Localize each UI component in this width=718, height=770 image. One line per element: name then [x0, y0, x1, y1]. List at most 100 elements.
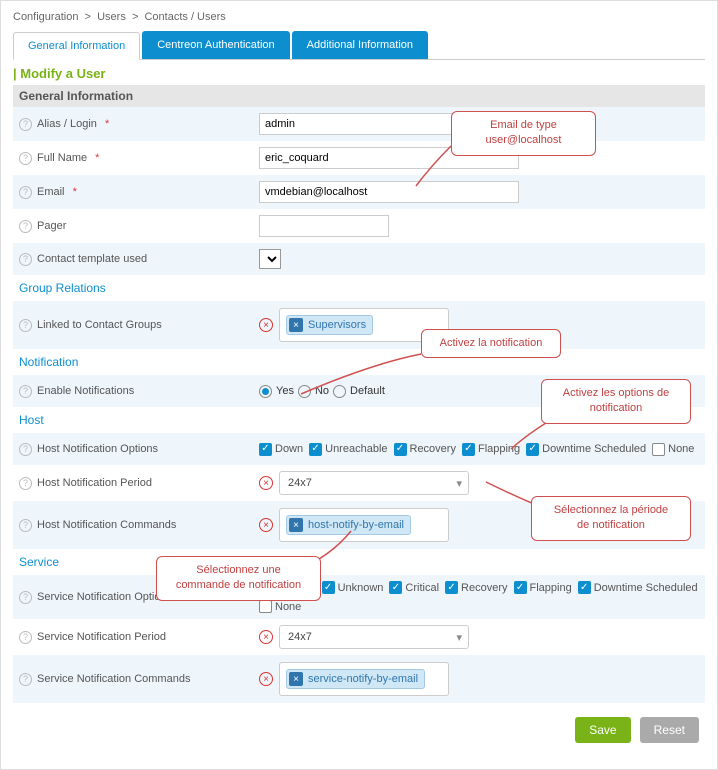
row-template: ? Contact template used: [13, 243, 705, 275]
checkbox[interactable]: [394, 443, 407, 456]
template-select[interactable]: [259, 249, 281, 269]
breadcrumb-item[interactable]: Users: [97, 11, 126, 23]
help-icon[interactable]: ?: [19, 118, 32, 131]
remove-icon[interactable]: ×: [259, 630, 273, 644]
checkbox-option[interactable]: Recovery: [394, 443, 456, 456]
fullname-label: Full Name: [37, 152, 87, 164]
service-cmd-box[interactable]: × service-notify-by-email: [279, 662, 449, 696]
tag-service-notify[interactable]: × service-notify-by-email: [286, 669, 425, 689]
tabs: General Information Centreon Authenticat…: [13, 31, 705, 60]
breadcrumb-item[interactable]: Configuration: [13, 11, 78, 23]
row-alias: ? Alias / Login *: [13, 107, 705, 141]
tab-centreon-authentication[interactable]: Centreon Authentication: [142, 31, 289, 59]
service-opts-list: WarningUnknownCriticalRecoveryFlappingDo…: [259, 581, 699, 613]
service-period-label: Service Notification Period: [37, 631, 166, 643]
checkbox-label: None: [668, 443, 694, 455]
tag-remove-icon[interactable]: ×: [289, 318, 303, 332]
checkbox-option[interactable]: Flapping: [514, 581, 572, 594]
tag-label: service-notify-by-email: [308, 673, 418, 685]
help-icon[interactable]: ?: [19, 443, 32, 456]
service-opts-label: Service Notification Options: [37, 591, 172, 603]
help-icon[interactable]: ?: [19, 220, 32, 233]
help-icon[interactable]: ?: [19, 591, 32, 604]
callout-command: Sélectionnez une commande de notificatio…: [156, 556, 321, 601]
checkbox-label: None: [275, 601, 301, 613]
checkbox-option[interactable]: Critical: [389, 581, 439, 594]
tab-additional-information[interactable]: Additional Information: [292, 31, 428, 59]
tag-label: Supervisors: [308, 319, 366, 331]
callout-activate-options: Activez les options de notification: [541, 379, 691, 424]
email-label: Email: [37, 186, 65, 198]
remove-icon[interactable]: ×: [259, 476, 273, 490]
row-pager: ? Pager: [13, 209, 705, 243]
checkbox-label: Critical: [405, 582, 439, 594]
checkbox[interactable]: [578, 581, 591, 594]
callout-activate-notif: Activez la notification: [421, 329, 561, 358]
breadcrumb: Configuration > Users > Contacts / Users: [13, 11, 705, 23]
checkbox-option[interactable]: Unknown: [322, 581, 384, 594]
checkbox-label: Recovery: [410, 443, 456, 455]
remove-icon[interactable]: ×: [259, 672, 273, 686]
checkbox[interactable]: [462, 443, 475, 456]
checkbox[interactable]: [322, 581, 335, 594]
host-period-label: Host Notification Period: [37, 477, 152, 489]
checkbox[interactable]: [514, 581, 527, 594]
help-icon[interactable]: ?: [19, 477, 32, 490]
radio-yes[interactable]: [259, 385, 272, 398]
checkbox-option[interactable]: Recovery: [445, 581, 507, 594]
help-icon[interactable]: ?: [19, 519, 32, 532]
checkbox-option[interactable]: Downtime Scheduled: [578, 581, 698, 594]
radio-yes-label: Yes: [276, 385, 294, 397]
checkbox-label: Unknown: [338, 582, 384, 594]
row-contact-groups: ? Linked to Contact Groups × × Superviso…: [13, 301, 705, 349]
remove-icon[interactable]: ×: [259, 518, 273, 532]
host-opts-list: DownUnreachableRecoveryFlappingDowntime …: [259, 443, 699, 456]
contact-groups-label: Linked to Contact Groups: [37, 319, 162, 331]
checkbox-option[interactable]: Unreachable: [309, 443, 387, 456]
alias-input[interactable]: [259, 113, 459, 135]
template-label: Contact template used: [37, 253, 147, 265]
help-icon[interactable]: ?: [19, 319, 32, 332]
tag-remove-icon[interactable]: ×: [289, 518, 303, 532]
enable-notif-label: Enable Notifications: [37, 385, 134, 397]
button-row: Save Reset: [13, 703, 705, 749]
help-icon[interactable]: ?: [19, 152, 32, 165]
remove-icon[interactable]: ×: [259, 318, 273, 332]
help-icon[interactable]: ?: [19, 631, 32, 644]
reset-button[interactable]: Reset: [640, 717, 699, 743]
checkbox-label: Flapping: [530, 582, 572, 594]
tag-supervisors[interactable]: × Supervisors: [286, 315, 373, 335]
help-icon[interactable]: ?: [19, 186, 32, 199]
host-period-select[interactable]: 24x7: [279, 471, 469, 495]
checkbox[interactable]: [389, 581, 402, 594]
checkbox-option[interactable]: Down: [259, 443, 303, 456]
checkbox-label: Unreachable: [325, 443, 387, 455]
checkbox[interactable]: [259, 443, 272, 456]
checkbox-label: Recovery: [461, 582, 507, 594]
tag-remove-icon[interactable]: ×: [289, 672, 303, 686]
host-cmd-label: Host Notification Commands: [37, 519, 176, 531]
row-service-period: ? Service Notification Period × 24x7: [13, 619, 705, 655]
checkbox-option[interactable]: None: [652, 443, 694, 456]
row-email: ? Email *: [13, 175, 705, 209]
pager-input[interactable]: [259, 215, 389, 237]
checkbox-option[interactable]: None: [259, 600, 301, 613]
help-icon[interactable]: ?: [19, 673, 32, 686]
breadcrumb-item[interactable]: Contacts / Users: [144, 11, 225, 23]
checkbox-label: Flapping: [478, 443, 520, 455]
checkbox[interactable]: [259, 600, 272, 613]
callout-email: Email de type user@localhost: [451, 111, 596, 156]
row-fullname: ? Full Name *: [13, 141, 705, 175]
checkbox[interactable]: [652, 443, 665, 456]
save-button[interactable]: Save: [575, 717, 630, 743]
alias-label: Alias / Login: [37, 118, 97, 130]
checkbox[interactable]: [445, 581, 458, 594]
service-period-select[interactable]: 24x7: [279, 625, 469, 649]
tag-label: host-notify-by-email: [308, 519, 404, 531]
checkbox-label: Down: [275, 443, 303, 455]
section-header-groups: Group Relations: [13, 275, 705, 301]
tab-general-information[interactable]: General Information: [13, 32, 140, 60]
checkbox[interactable]: [309, 443, 322, 456]
help-icon[interactable]: ?: [19, 253, 32, 266]
help-icon[interactable]: ?: [19, 385, 32, 398]
